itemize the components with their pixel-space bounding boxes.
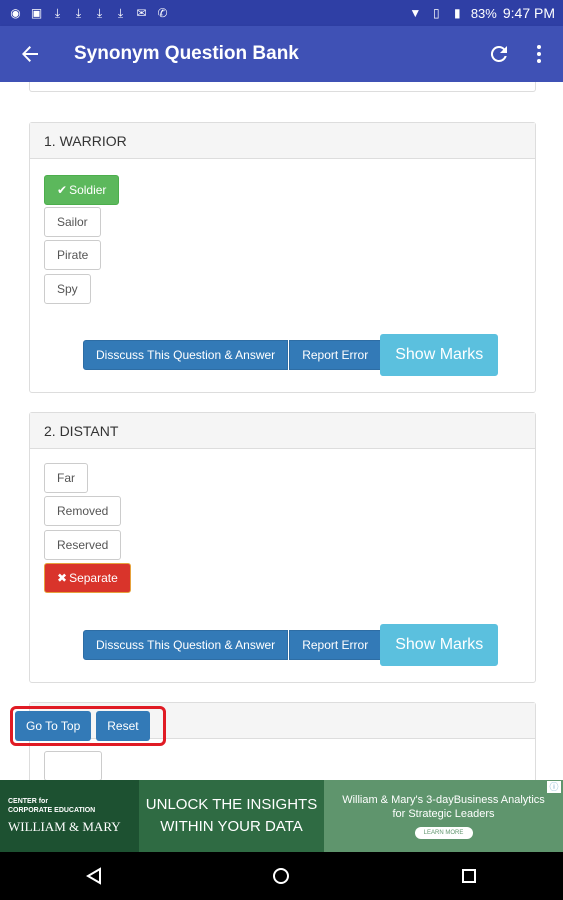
wifi-icon: ▼: [409, 6, 422, 20]
mail-icon: ✉: [136, 6, 147, 20]
app-notification-icon: ◉: [10, 6, 21, 20]
no-sim-icon: ▯: [433, 6, 440, 20]
discuss-button[interactable]: Disscuss This Question & Answer: [83, 340, 289, 370]
ad-body-line: for Strategic Leaders: [392, 808, 495, 820]
app-bar: Synonym Question Bank: [0, 26, 563, 82]
back-nav-icon[interactable]: [64, 852, 124, 900]
ad-logo: CENTER for CORPORATE EDUCATION WILLIAM &…: [0, 780, 139, 852]
question-actions: Disscuss This Question & Answer Report E…: [83, 624, 499, 666]
option-label: Spy: [57, 282, 78, 296]
download-icon: ⤓: [75, 5, 82, 20]
option-label: Pirate: [57, 248, 89, 262]
question-list[interactable]: 1. WARRIOR ✔ Soldier Sailor Pirate Spy D…: [0, 82, 563, 780]
option[interactable]: Spy: [44, 274, 91, 304]
report-error-button[interactable]: Report Error: [289, 340, 382, 370]
ad-headline-line: UNLOCK THE INSIGHTS: [145, 796, 318, 813]
battery-icon: ▮: [454, 6, 461, 20]
more-vert-icon[interactable]: [519, 26, 559, 82]
floating-controls: Go To Top Reset: [10, 706, 166, 746]
ad-org-name: WILLIAM & MARY: [8, 819, 121, 834]
refresh-icon[interactable]: [479, 26, 519, 82]
option-label: Soldier: [69, 183, 107, 197]
system-status: ▼ ▯ ▮ 83% 9:47 PM: [408, 5, 563, 21]
home-nav-icon[interactable]: [251, 852, 311, 900]
previous-panel-edge: [29, 82, 536, 92]
page-title: Synonym Question Bank: [74, 43, 299, 64]
ad-org-line: CORPORATE EDUCATION: [8, 807, 96, 814]
cross-icon: ✖: [57, 571, 68, 585]
option[interactable]: Pirate: [44, 240, 102, 270]
download-icon: ⤓: [117, 5, 124, 20]
system-nav-bar: [0, 852, 563, 900]
option-label: Far: [57, 471, 75, 485]
arrow-left-icon[interactable]: [0, 26, 60, 82]
question-heading: 2. DISTANT: [30, 413, 535, 449]
ad-info-icon[interactable]: ⓘ: [547, 781, 561, 793]
option[interactable]: Removed: [44, 496, 122, 526]
ad-body: William & Mary's 3-dayBusiness Analytics…: [324, 780, 563, 852]
download-icon: ⤓: [54, 5, 61, 20]
option-correct[interactable]: ✔ Soldier: [44, 175, 120, 205]
question-card: 1. WARRIOR ✔ Soldier Sailor Pirate Spy D…: [29, 122, 536, 393]
question-card: 2. DISTANT Far Removed Reserved ✖ Separa…: [29, 412, 536, 683]
recents-nav-icon[interactable]: [439, 852, 499, 900]
option-label: Sailor: [57, 215, 88, 229]
option-label: Reserved: [57, 538, 109, 552]
download-icon: ⤓: [96, 5, 103, 20]
battery-percent: 83%: [470, 5, 497, 21]
ad-body-line: William & Mary's 3-dayBusiness Analytics: [342, 794, 545, 806]
clock: 9:47 PM: [502, 5, 555, 21]
option[interactable]: Far: [44, 463, 88, 493]
check-icon: ✔: [57, 183, 68, 197]
status-bar: ◉ ▣ ⤓ ⤓ ⤓ ⤓ ✉ ✆ ▼ ▯ ▮ 83% 9:47 PM: [0, 0, 563, 26]
ad-headline-line: WITHIN YOUR DATA: [160, 818, 303, 835]
go-to-top-button[interactable]: Go To Top: [15, 711, 92, 741]
option-label: Removed: [57, 504, 109, 518]
option-wrong[interactable]: ✖ Separate: [44, 563, 131, 593]
show-marks-button[interactable]: Show Marks: [380, 624, 499, 666]
option[interactable]: Reserved: [44, 530, 122, 560]
ad-headline: UNLOCK THE INSIGHTS WITHIN YOUR DATA: [139, 780, 324, 852]
option-label: Separate: [69, 571, 118, 585]
discuss-button[interactable]: Disscuss This Question & Answer: [83, 630, 289, 660]
reset-button[interactable]: Reset: [96, 711, 150, 741]
report-error-button[interactable]: Report Error: [289, 630, 382, 660]
question-actions: Disscuss This Question & Answer Report E…: [83, 334, 499, 376]
ad-cta-button[interactable]: LEARN MORE: [414, 827, 473, 839]
question-heading: 1. WARRIOR: [30, 123, 535, 159]
phone-icon: ✆: [157, 6, 168, 20]
ad-org-line: CENTER for: [8, 798, 49, 805]
notification-icons: ◉ ▣ ⤓ ⤓ ⤓ ⤓ ✉ ✆: [0, 5, 170, 21]
image-notification-icon: ▣: [30, 6, 43, 20]
show-marks-button[interactable]: Show Marks: [380, 334, 499, 376]
option[interactable]: [44, 751, 102, 780]
ad-banner[interactable]: CENTER for CORPORATE EDUCATION WILLIAM &…: [0, 780, 563, 852]
option[interactable]: Sailor: [44, 207, 101, 237]
